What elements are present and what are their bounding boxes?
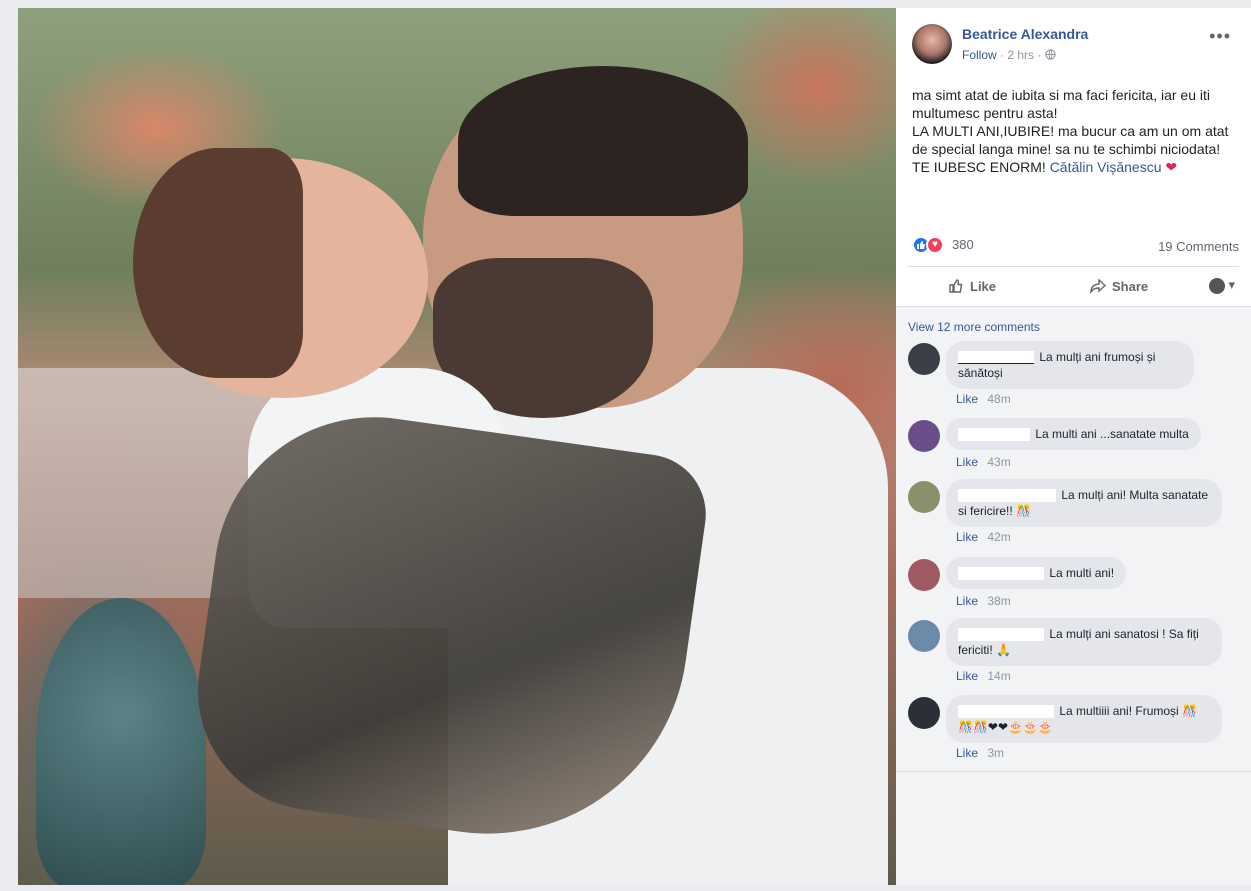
view-more-comments-link[interactable]: View 12 more comments: [908, 320, 1040, 334]
like-label: Like: [970, 279, 997, 294]
photo-tree: [36, 598, 206, 885]
comment-item: La mulți ani! Multa sanatate si fericire…: [908, 479, 1239, 545]
reaction-icons[interactable]: ♥: [912, 236, 948, 254]
comment-bubble: La multi ani!: [946, 557, 1127, 589]
commenter-avatar[interactable]: [908, 697, 940, 729]
comment-item: La mulți ani sanatosi ! Sa fiți fericiti…: [908, 618, 1239, 684]
comment-bubble: La multi ani ...sanatate multa: [946, 418, 1201, 450]
comment-bubble: La multiiii ani! Frumoși 🎊🎊🎊❤❤🎂🎂🎂: [946, 695, 1222, 743]
commenter-avatar[interactable]: [908, 559, 940, 591]
love-reaction-icon: ♥: [926, 236, 944, 254]
heart-emoji: ❤: [1165, 159, 1178, 175]
reaction-count[interactable]: 380: [952, 237, 974, 252]
commenter-avatar[interactable]: [908, 481, 940, 513]
comment-like-link[interactable]: Like: [956, 392, 978, 406]
photo-man-hair: [458, 66, 748, 216]
comment-meta: Like 14m: [956, 669, 1011, 683]
globe-icon: [1045, 48, 1056, 62]
share-arrow-icon: [1090, 278, 1107, 295]
author-name[interactable]: Beatrice Alexandra: [962, 26, 1088, 42]
comment-item: La multi ani! Like 38m: [908, 557, 1239, 608]
commenter-avatar[interactable]: [908, 343, 940, 375]
meta-separator: ·: [1037, 48, 1042, 62]
comment-like-link[interactable]: Like: [956, 746, 978, 760]
praying-hands-emoji: 🙏: [996, 643, 1011, 657]
comment-like-link[interactable]: Like: [956, 594, 978, 608]
redacted-name: [958, 428, 1030, 442]
chevron-down-icon: ▾: [1228, 277, 1235, 292]
redacted-name: [958, 351, 1034, 365]
comment-time[interactable]: 3m: [987, 746, 1004, 760]
comment-time[interactable]: 14m: [987, 669, 1010, 683]
post-actions: Like Share ▾: [908, 268, 1239, 306]
commenter-avatar[interactable]: [908, 620, 940, 652]
photo-baby-hair: [133, 148, 303, 378]
comment-text: La multi ani!: [1049, 566, 1115, 580]
comment-meta: Like 43m: [956, 455, 1011, 469]
user-avatar-icon: [1208, 277, 1225, 294]
comment-text: La multiiii ani! Frumoși: [1059, 704, 1179, 718]
comment-meta: Like 48m: [956, 392, 1011, 406]
comments-count[interactable]: 19 Comments: [1158, 239, 1239, 254]
post-text-fragment: TE IUBESC ENORM!: [912, 159, 1046, 175]
divider: [896, 771, 1251, 772]
like-button[interactable]: Like: [948, 278, 996, 295]
confetti-emoji: 🎊: [1016, 504, 1031, 518]
thumbs-up-icon: [948, 278, 964, 295]
reactions-bar: ♥ 380 19 Comments: [912, 234, 1239, 256]
comment-time[interactable]: 42m: [987, 530, 1010, 544]
comment-text: La multi ani ...sanatate multa: [1035, 427, 1189, 441]
author-avatar[interactable]: [912, 24, 952, 64]
comments-section: View 12 more comments La mulți ani frumo…: [896, 307, 1251, 885]
post-time[interactable]: 2 hrs: [1007, 48, 1034, 62]
post-text-line: LA MULTI ANI,IUBIRE! ma bucur ca am un o…: [912, 123, 1229, 157]
post-text: ma simt atat de iubita si ma faci ferici…: [912, 86, 1240, 176]
comment-like-link[interactable]: Like: [956, 669, 978, 683]
tagged-person-link[interactable]: Cătălin Vișănescu: [1050, 159, 1162, 175]
comment-time[interactable]: 43m: [987, 455, 1010, 469]
comment-bubble: La mulți ani frumoși și sănătoși: [946, 341, 1194, 389]
divider: [908, 266, 1239, 267]
follow-link[interactable]: Follow: [962, 48, 997, 62]
post-side-panel: Beatrice Alexandra Follow · 2 hrs · ••• …: [896, 8, 1251, 885]
post-text-line: ma simt atat de iubita si ma faci ferici…: [912, 87, 1210, 121]
comment-as-selector[interactable]: ▾: [1208, 277, 1235, 294]
share-label: Share: [1112, 279, 1149, 294]
comment-bubble: La mulți ani sanatosi ! Sa fiți fericiti…: [946, 618, 1222, 666]
comment-item: La mulți ani frumoși și sănătoși Like 48…: [908, 341, 1239, 407]
comment-item: La multiiii ani! Frumoși 🎊🎊🎊❤❤🎂🎂🎂 Like 3…: [908, 695, 1239, 761]
redacted-name: [958, 705, 1054, 719]
comment-time[interactable]: 38m: [987, 594, 1010, 608]
redacted-name: [958, 567, 1044, 581]
commenter-avatar[interactable]: [908, 420, 940, 452]
comment-meta: Like 38m: [956, 594, 1011, 608]
post-text-line: TE IUBESC ENORM! Cătălin Vișănescu ❤: [912, 158, 1240, 176]
comment-like-link[interactable]: Like: [956, 455, 978, 469]
comment-item: La multi ani ...sanatate multa Like 43m: [908, 418, 1239, 469]
comment-meta: Like 42m: [956, 530, 1011, 544]
post-meta: Follow · 2 hrs ·: [962, 48, 1056, 62]
share-button[interactable]: Share: [1090, 278, 1148, 295]
comment-meta: Like 3m: [956, 746, 1004, 760]
more-options-icon[interactable]: •••: [1209, 26, 1231, 47]
comment-like-link[interactable]: Like: [956, 530, 978, 544]
comment-time[interactable]: 48m: [987, 392, 1010, 406]
post-header: Beatrice Alexandra Follow · 2 hrs · •••: [912, 24, 1241, 68]
redacted-name: [958, 628, 1044, 642]
redacted-name: [958, 489, 1056, 503]
comment-bubble: La mulți ani! Multa sanatate si fericire…: [946, 479, 1222, 527]
post-photo[interactable]: [18, 8, 896, 885]
